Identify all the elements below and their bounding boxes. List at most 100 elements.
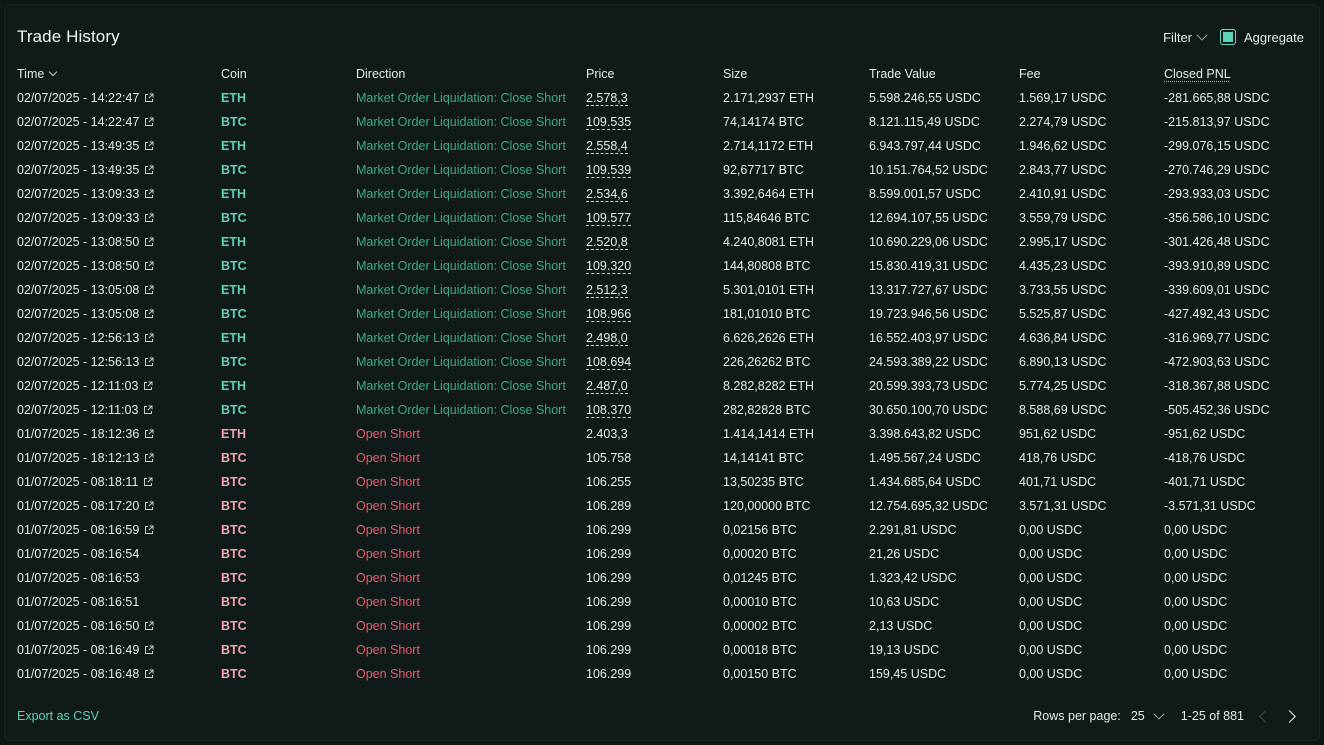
external-link-icon[interactable] [144, 351, 154, 366]
trade-price[interactable]: 109.320 [586, 254, 632, 278]
external-link-icon[interactable] [144, 423, 154, 438]
coin-symbol[interactable]: BTC [221, 206, 247, 230]
trade-price[interactable]: 108.370 [586, 398, 632, 422]
coin-symbol[interactable]: BTC [221, 566, 247, 590]
external-link-icon[interactable] [144, 663, 154, 678]
trade-price-value: 106.299 [586, 667, 632, 681]
coin-symbol[interactable]: BTC [221, 350, 247, 374]
column-header-time[interactable]: Time [17, 62, 58, 86]
coin-symbol[interactable]: ETH [221, 86, 246, 110]
trade-fee: 1.946,62 USDC [1019, 139, 1107, 153]
closed-pnl: -393.910,89 USDC [1164, 259, 1270, 273]
external-link-icon[interactable] [144, 135, 154, 150]
coin-symbol[interactable]: BTC [221, 614, 247, 638]
coin-symbol[interactable]: BTC [221, 542, 247, 566]
coin-symbol[interactable]: ETH [221, 278, 246, 302]
coin-symbol[interactable]: BTC [221, 110, 247, 134]
coin-symbol[interactable]: BTC [221, 662, 247, 686]
column-header-closed-pnl[interactable]: Closed PNL [1164, 62, 1231, 86]
trade-size: 2.714,1172 ETH [723, 139, 814, 153]
coin-symbol[interactable]: BTC [221, 590, 247, 614]
trade-time: 01/07/2025 - 08:16:51 [17, 590, 139, 614]
trade-price-value: 2.520,8 [586, 235, 628, 250]
table-row: 02/07/2025 - 12:11:03 BTC Market Order Liq… [17, 398, 1307, 422]
trade-time: 02/07/2025 - 12:56:13 [17, 350, 154, 374]
export-csv-link[interactable]: Export as CSV [17, 709, 99, 723]
coin-symbol[interactable]: ETH [221, 182, 246, 206]
external-link-icon[interactable] [143, 375, 153, 390]
trade-time: 02/07/2025 - 13:08:50 [17, 230, 154, 254]
external-link-icon[interactable] [144, 615, 154, 630]
coin-symbol[interactable]: BTC [221, 254, 247, 278]
external-link-icon[interactable] [144, 519, 154, 534]
external-link-icon[interactable] [144, 279, 154, 294]
trade-direction: Open Short [356, 571, 420, 585]
trade-price[interactable]: 109.535 [586, 110, 632, 134]
coin-symbol[interactable]: BTC [221, 158, 247, 182]
trade-direction: Market Order Liquidation: Close Short [356, 163, 566, 177]
trade-price[interactable]: 2.534,6 [586, 182, 628, 206]
trade-price-value: 109.577 [586, 211, 632, 226]
coin-symbol[interactable]: ETH [221, 422, 246, 446]
coin-symbol[interactable]: ETH [221, 134, 246, 158]
external-link-icon[interactable] [144, 255, 154, 270]
coin-symbol[interactable]: ETH [221, 374, 246, 398]
prev-page-button[interactable] [1254, 707, 1272, 725]
external-link-icon[interactable] [144, 111, 154, 126]
coin-symbol[interactable]: BTC [221, 494, 247, 518]
trade-size: 0,00020 BTC [723, 547, 797, 561]
coin-symbol[interactable]: BTC [221, 446, 247, 470]
external-link-icon[interactable] [144, 207, 154, 222]
filter-dropdown[interactable]: Filter [1163, 29, 1208, 45]
trade-price[interactable]: 109.577 [586, 206, 632, 230]
external-link-icon[interactable] [144, 87, 154, 102]
aggregate-toggle[interactable]: Aggregate [1220, 29, 1304, 45]
external-link-icon[interactable] [144, 231, 154, 246]
trade-price[interactable]: 2.558,4 [586, 134, 628, 158]
trade-price[interactable]: 2.578,3 [586, 86, 628, 110]
table-row: 02/07/2025 - 13:05:08 ETH Market Order Liq… [17, 278, 1307, 302]
trade-time-text: 01/07/2025 - 08:16:54 [17, 547, 140, 561]
trade-price[interactable]: 2.487,0 [586, 374, 628, 398]
coin-symbol[interactable]: BTC [221, 302, 247, 326]
trade-value: 10.151.764,52 USDC [869, 163, 988, 177]
trade-price[interactable]: 108.966 [586, 302, 632, 326]
coin-symbol[interactable]: BTC [221, 638, 247, 662]
closed-pnl: 0,00 USDC [1164, 667, 1228, 681]
trade-price[interactable]: 108.694 [586, 350, 632, 374]
trade-price-value: 2.403,3 [586, 427, 628, 441]
table-row: 02/07/2025 - 13:05:08 BTC Market Order Liq… [17, 302, 1307, 326]
trade-value: 6.943.797,44 USDC [869, 139, 981, 153]
rows-per-page-select[interactable]: 25 [1131, 708, 1165, 723]
external-link-icon[interactable] [144, 327, 154, 342]
next-page-button[interactable] [1282, 707, 1300, 725]
external-link-icon[interactable] [144, 639, 154, 654]
trade-direction: Open Short [356, 475, 420, 489]
trade-time-text: 01/07/2025 - 08:16:49 [17, 643, 140, 657]
table-row: 02/07/2025 - 14:22:47 ETH Market Order Liq… [17, 86, 1307, 110]
coin-symbol[interactable]: BTC [221, 470, 247, 494]
coin-symbol[interactable]: BTC [221, 518, 247, 542]
trade-price[interactable]: 2.512,3 [586, 278, 628, 302]
external-link-icon[interactable] [144, 447, 154, 462]
aggregate-checkbox[interactable] [1220, 29, 1236, 45]
trade-price[interactable]: 2.498,0 [586, 326, 628, 350]
column-header-price: Price [586, 67, 615, 81]
coin-symbol[interactable]: BTC [221, 398, 247, 422]
external-link-icon[interactable] [144, 303, 154, 318]
table-header-row: Time Coin Direction Price Size Trade Val… [17, 62, 1307, 86]
trade-time: 01/07/2025 - 08:16:54 [17, 542, 139, 566]
trade-direction: Open Short [356, 643, 420, 657]
table-row: 01/07/2025 - 08:16:53 BTC Open Short 106.29… [17, 566, 1307, 590]
table-row: 02/07/2025 - 13:09:33 BTC Market Order Liq… [17, 206, 1307, 230]
external-link-icon[interactable] [144, 495, 154, 510]
coin-symbol[interactable]: ETH [221, 230, 246, 254]
external-link-icon[interactable] [144, 183, 154, 198]
trade-time-text: 02/07/2025 - 13:49:35 [17, 163, 140, 177]
trade-price[interactable]: 2.520,8 [586, 230, 628, 254]
external-link-icon[interactable] [143, 399, 153, 414]
trade-price[interactable]: 109.539 [586, 158, 632, 182]
coin-symbol[interactable]: ETH [221, 326, 246, 350]
external-link-icon[interactable] [144, 159, 154, 174]
external-link-icon[interactable] [143, 471, 153, 486]
